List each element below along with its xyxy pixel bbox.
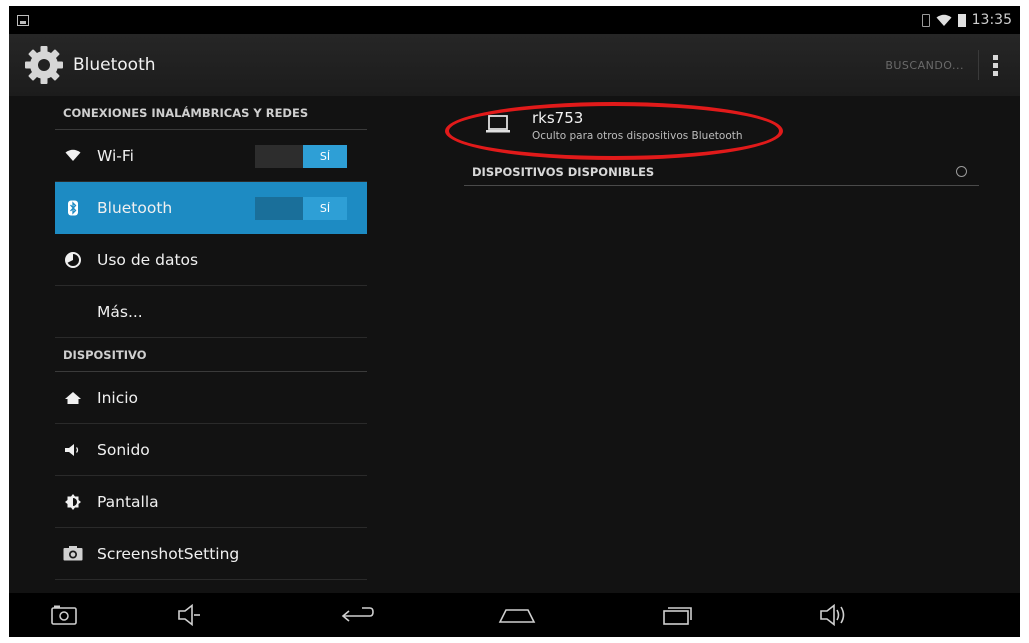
clock: 13:35 (971, 12, 1012, 28)
sidebar-item-label: Pantalla (97, 492, 159, 511)
screenshot-button[interactable] (49, 601, 79, 629)
sim-icon (921, 13, 930, 27)
speaker-icon (63, 440, 83, 460)
laptop-icon (486, 114, 510, 136)
sidebar-item-label: Sonido (97, 440, 150, 459)
bluetooth-toggle[interactable]: SÍ (255, 197, 347, 220)
recent-apps-button[interactable] (659, 601, 695, 629)
system-nav-bar (9, 593, 1020, 637)
screenshot-camera-icon (51, 605, 77, 625)
own-device-row[interactable]: rks753 Oculto para otros dispositivos Bl… (445, 96, 979, 160)
sidebar-item-data-usage[interactable]: Uso de datos (55, 234, 367, 286)
tablet-screen: 13:35 Bluetooth BUSCANDO... CONEXIONES I… (9, 6, 1020, 637)
available-devices-label: DISPOSITIVOS DISPONIBLES (472, 164, 655, 179)
screenshot-notification-icon (17, 14, 29, 26)
back-button[interactable] (339, 601, 375, 629)
sidebar-item-label: ScreenshotSetting (97, 544, 240, 563)
volume-down-icon (178, 604, 200, 626)
bluetooth-toggle-knob: SÍ (303, 197, 347, 220)
sidebar-item-label: Uso de datos (97, 250, 199, 269)
overflow-menu-icon[interactable] (993, 54, 998, 76)
brightness-icon (63, 492, 83, 512)
scan-button[interactable]: BUSCANDO... (875, 59, 974, 72)
action-bar-divider (978, 50, 979, 80)
bluetooth-icon (63, 198, 83, 218)
back-icon (341, 607, 374, 622)
sidebar-item-bluetooth[interactable]: Bluetooth SÍ (55, 182, 367, 234)
sidebar-item-label: Más... (97, 302, 143, 321)
sidebar-item-more[interactable]: Más... (55, 286, 367, 338)
sidebar-item-screenshot[interactable]: ScreenshotSetting (55, 528, 367, 580)
wifi-toggle[interactable]: SÍ (255, 145, 347, 168)
page-title: Bluetooth (73, 55, 156, 75)
section-header-device: DISPOSITIVO (55, 338, 367, 372)
scanning-spinner-icon (956, 166, 967, 177)
volume-up-icon (820, 604, 845, 626)
bluetooth-panel: rks753 Oculto para otros dispositivos Bl… (445, 96, 979, 186)
status-bar: 13:35 (9, 6, 1020, 34)
wifi-toggle-knob: SÍ (303, 145, 347, 168)
sidebar-item-display[interactable]: Pantalla (55, 476, 367, 528)
volume-up-button[interactable] (817, 601, 851, 629)
home-nav-icon (498, 609, 536, 623)
volume-down-button[interactable] (174, 601, 204, 629)
wifi-icon (63, 146, 83, 166)
data-usage-icon (63, 250, 83, 270)
home-button[interactable] (497, 601, 537, 629)
sidebar-item-sound[interactable]: Sonido (55, 424, 367, 476)
available-devices-header: DISPOSITIVOS DISPONIBLES (464, 158, 979, 186)
section-header-wireless: CONEXIONES INALÁMBRICAS Y REDES (55, 96, 367, 130)
sidebar-item-label: Inicio (97, 388, 139, 407)
sidebar-item-label: Bluetooth (97, 198, 173, 217)
sidebar-item-wifi[interactable]: Wi-Fi SÍ (55, 130, 367, 182)
sidebar-item-home[interactable]: Inicio (55, 372, 367, 424)
camera-icon (63, 544, 83, 564)
status-indicators: 13:35 (921, 12, 1012, 28)
sidebar-item-label: Wi-Fi (97, 146, 134, 165)
content-area: CONEXIONES INALÁMBRICAS Y REDES Wi-Fi SÍ (9, 96, 1020, 593)
settings-gear-icon[interactable] (23, 44, 65, 86)
wifi-signal-icon (936, 14, 952, 26)
settings-sidebar: CONEXIONES INALÁMBRICAS Y REDES Wi-Fi SÍ (55, 96, 367, 580)
recent-apps-icon (663, 607, 692, 625)
action-bar: Bluetooth BUSCANDO... (9, 34, 1020, 96)
battery-icon (957, 13, 966, 27)
home-icon (63, 388, 83, 408)
